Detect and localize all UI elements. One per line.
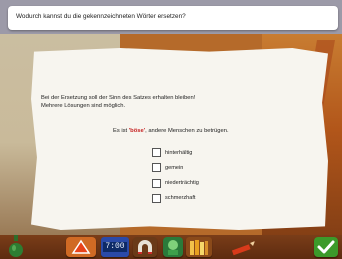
checkbox[interactable] <box>152 148 161 157</box>
instruction-line-1: Bei der Ersetzung soll der Sinn des Satz… <box>41 95 196 101</box>
books-icon[interactable] <box>186 237 212 257</box>
magnet-icon[interactable] <box>133 237 157 257</box>
pencil-icon[interactable] <box>230 241 256 257</box>
question-bar: Wodurch kannst du die gekennzeichneten W… <box>8 6 338 30</box>
helmet-icon[interactable] <box>66 237 96 257</box>
question-text: Wodurch kannst du die gekennzeichneten W… <box>16 13 186 20</box>
checkbox[interactable] <box>152 163 161 173</box>
instructions: Bei der Ersetzung soll der Sinn des Satz… <box>41 94 195 110</box>
options-list: hinterhältig gemein niederträchtig schme… <box>152 146 199 207</box>
option-label: hinterhältig <box>165 149 193 156</box>
confirm-check-icon[interactable] <box>314 237 338 257</box>
example-sentence: Es ist 'böse', andere Menschen zu betrüg… <box>113 128 229 134</box>
instruction-line-2: Mehrere Lösungen sind möglich. <box>41 103 126 109</box>
clock-button[interactable]: 7:00 <box>101 237 129 257</box>
checkbox[interactable] <box>152 178 161 188</box>
option-schmerzhaft[interactable]: schmerzhaft <box>152 192 199 205</box>
option-niedertraechtig[interactable]: niederträchtig <box>152 177 199 190</box>
character-icon[interactable] <box>163 237 183 257</box>
potion-bottle-icon[interactable] <box>8 235 24 257</box>
sentence-after: , andere Menschen zu betrügen. <box>145 128 229 134</box>
option-hinterhaeltig[interactable]: hinterhältig <box>152 146 199 159</box>
option-label: niederträchtig <box>165 180 199 187</box>
option-label: schmerzhaft <box>165 195 196 202</box>
highlighted-word: 'böse' <box>128 128 146 134</box>
clock-display: 7:00 <box>103 242 127 252</box>
checkbox[interactable] <box>152 193 161 203</box>
option-label: gemein <box>165 164 184 171</box>
bottom-toolbar: 7:00 <box>0 235 342 259</box>
sentence-before: Es ist <box>113 128 129 134</box>
option-gemein[interactable]: gemein <box>152 161 199 174</box>
question-banner: Wodurch kannst du die gekennzeichneten W… <box>0 0 342 34</box>
